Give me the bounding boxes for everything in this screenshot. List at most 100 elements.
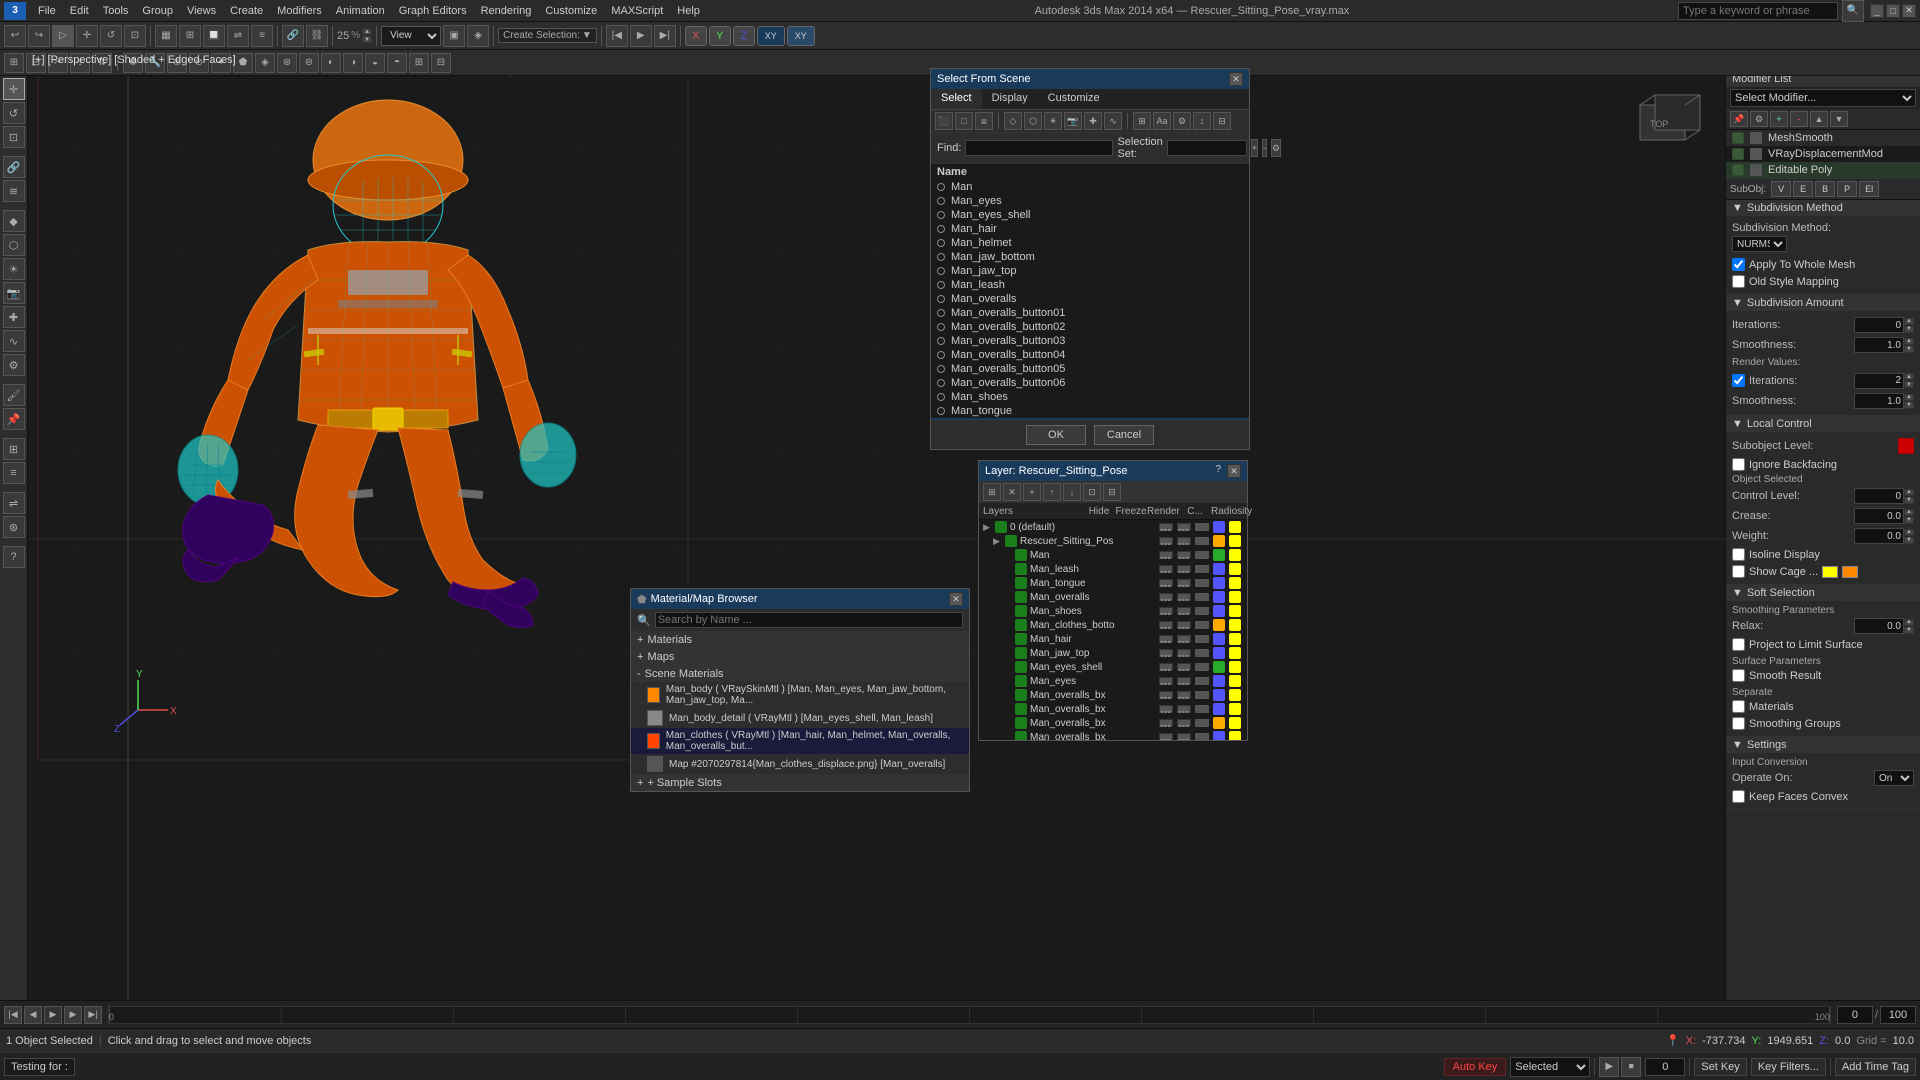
mat-scene-header[interactable]: - Scene Materials [631, 666, 969, 682]
layer-color-swatch[interactable] [1213, 689, 1225, 701]
subobj-element-btn[interactable]: El [1859, 181, 1879, 197]
weight-up[interactable]: ▲ [1904, 529, 1914, 536]
view-selector[interactable]: View [381, 26, 441, 46]
layer-tool3[interactable]: + [1023, 483, 1041, 501]
render-smooth-down[interactable]: ▼ [1904, 402, 1914, 409]
layer-color-swatch[interactable] [1213, 675, 1225, 687]
scene-radio-btn03[interactable] [937, 337, 945, 345]
iterations-down[interactable]: ▼ [1904, 326, 1914, 333]
layer-color-swatch[interactable] [1213, 591, 1225, 603]
tool-mirror[interactable]: ⇌ [3, 492, 25, 514]
crease-up[interactable]: ▲ [1904, 509, 1914, 516]
scale-btn[interactable]: ⊡ [124, 25, 146, 47]
menu-edit[interactable]: Edit [64, 3, 95, 19]
timeline-track[interactable]: 0 100 [108, 1006, 1831, 1024]
shape-filter[interactable]: ⬡ [1024, 112, 1042, 130]
tool-paint[interactable]: 🖌 [3, 384, 25, 406]
layer-dialog-close-btn[interactable]: ✕ [1227, 464, 1241, 478]
layer-list-item[interactable]: Man_overalls_bx ---- ---- [979, 730, 1247, 740]
layer-list-item[interactable]: Man ---- ---- [979, 548, 1247, 562]
viewport[interactable]: [+] [Perspective] [Shaded + Edged Faces]… [28, 50, 1725, 1028]
layer-color-swatch[interactable] [1213, 661, 1225, 673]
invert-btn[interactable]: ⧈ [975, 112, 993, 130]
smoothing-groups-cb[interactable] [1732, 717, 1745, 730]
relax-input[interactable] [1854, 618, 1904, 634]
geo-filter[interactable]: ◇ [1004, 112, 1022, 130]
render-iter-up[interactable]: ▲ [1904, 373, 1914, 380]
search-icon[interactable]: 🔍 [1842, 0, 1864, 22]
mirror-btn[interactable]: ⇌ [227, 25, 249, 47]
close-button[interactable]: ✕ [1902, 4, 1916, 18]
timeline-play-btn[interactable]: ▶ [44, 1006, 62, 1024]
frame-display[interactable]: 0 [1645, 1058, 1685, 1076]
key-filters-btn[interactable]: Key Filters... [1751, 1058, 1826, 1076]
scene-radio-eyes[interactable] [937, 197, 945, 205]
subobj-border-btn[interactable]: B [1815, 181, 1835, 197]
show-cage-cb[interactable] [1732, 565, 1745, 578]
tool-move[interactable]: ✛ [3, 78, 25, 100]
stop-btn[interactable]: ⏹ [1621, 1057, 1641, 1077]
render-smoothness-input[interactable] [1854, 393, 1904, 409]
maximize-button[interactable]: □ [1886, 4, 1900, 18]
mat-maps-header[interactable]: + Maps [631, 649, 969, 665]
align-btn[interactable]: ≡ [251, 25, 273, 47]
layer-list-item[interactable]: Man_shoes ---- ---- [979, 604, 1247, 618]
scene-radio-tongue[interactable] [937, 407, 945, 415]
scene-item-button04[interactable]: Man_overalls_button04 [931, 348, 1249, 362]
scene-item-man-helmet[interactable]: Man_helmet [931, 236, 1249, 250]
tb3-1[interactable]: ⊞ [4, 53, 24, 73]
tool-rivet[interactable]: 📌 [3, 408, 25, 430]
modifier-checkbox3[interactable] [1732, 164, 1744, 176]
tool-snap[interactable]: ⊞ [3, 438, 25, 460]
menu-tools[interactable]: Tools [97, 3, 135, 19]
tool-align[interactable]: ≡ [3, 462, 25, 484]
iterations-up[interactable]: ▲ [1904, 318, 1914, 325]
project-limit-cb[interactable] [1732, 638, 1745, 651]
scene-radio-hair[interactable] [937, 225, 945, 233]
render-iter-down[interactable]: ▼ [1904, 381, 1914, 388]
scene-item-button02[interactable]: Man_overalls_button02 [931, 320, 1249, 334]
menu-customize[interactable]: Customize [539, 3, 603, 19]
tool-helper[interactable]: ✚ [3, 306, 25, 328]
testing-for-label[interactable]: Testing for : [4, 1058, 75, 1076]
tool-shape[interactable]: ⬡ [3, 234, 25, 256]
select-btn[interactable]: ▷ [52, 25, 74, 47]
scene-item-man-overalls[interactable]: Man_overalls [931, 292, 1249, 306]
subobj-vertex-btn[interactable]: V [1771, 181, 1791, 197]
layer-list-item[interactable]: Man_eyes_shell ---- ---- [979, 660, 1247, 674]
layer-list-item[interactable]: ▶ 0 (default) ---- ---- [979, 520, 1247, 534]
scene-item-button01[interactable]: Man_overalls_button01 [931, 306, 1249, 320]
layer-list-item[interactable]: ▶ Rescuer_Sitting_Pos ---- ---- [979, 534, 1247, 548]
layer-color-swatch[interactable] [1213, 535, 1225, 547]
z-axis-btn[interactable]: Z [733, 26, 755, 46]
scene-radio-btn02[interactable] [937, 323, 945, 331]
pin-stack-btn[interactable]: 📌 [1730, 111, 1748, 127]
menu-maxscript[interactable]: MAXScript [605, 3, 669, 19]
modifier-checkbox[interactable] [1732, 132, 1744, 144]
y-axis-btn[interactable]: Y [709, 26, 731, 46]
columns-btn[interactable]: ⊟ [1213, 112, 1231, 130]
scene-item-button06[interactable]: Man_overalls_button06 [931, 376, 1249, 390]
display-tab[interactable]: Display [982, 89, 1038, 109]
options-btn[interactable]: ⚙ [1173, 112, 1191, 130]
redo-btn[interactable]: ↪ [28, 25, 50, 47]
relax-up[interactable]: ▲ [1904, 619, 1914, 626]
menu-modifiers[interactable]: Modifiers [271, 3, 328, 19]
prev-frame-btn[interactable]: |◀ [606, 25, 628, 47]
weight-input[interactable] [1854, 528, 1904, 544]
remove-modifier-btn[interactable]: - [1790, 111, 1808, 127]
scene-item-man-leash[interactable]: Man_leash [931, 278, 1249, 292]
modifier-vray-displace[interactable]: VRayDisplacementMod [1726, 146, 1920, 162]
smoothness-input[interactable] [1854, 337, 1904, 353]
scene-radio-btn01[interactable] [937, 309, 945, 317]
keep-faces-convex-cb[interactable] [1732, 790, 1745, 803]
iterations-input[interactable] [1854, 317, 1904, 333]
mat-item-body-detail[interactable]: Man_body_detail ( VRayMtl ) [Man_eyes_sh… [631, 708, 969, 728]
mat-item-body[interactable]: Man_body ( VRaySkinMtl ) [Man, Man_eyes,… [631, 682, 969, 708]
tb3-13[interactable]: ⊛ [277, 53, 297, 73]
layer-color-swatch[interactable] [1213, 633, 1225, 645]
layer-list-item[interactable]: Man_overalls_bx ---- ---- [979, 716, 1247, 730]
scene-item-button05[interactable]: Man_overalls_button05 [931, 362, 1249, 376]
subdivision-amount-header[interactable]: ▼ Subdivision Amount [1726, 295, 1920, 311]
tool-spacewarp[interactable]: ≋ [3, 180, 25, 202]
